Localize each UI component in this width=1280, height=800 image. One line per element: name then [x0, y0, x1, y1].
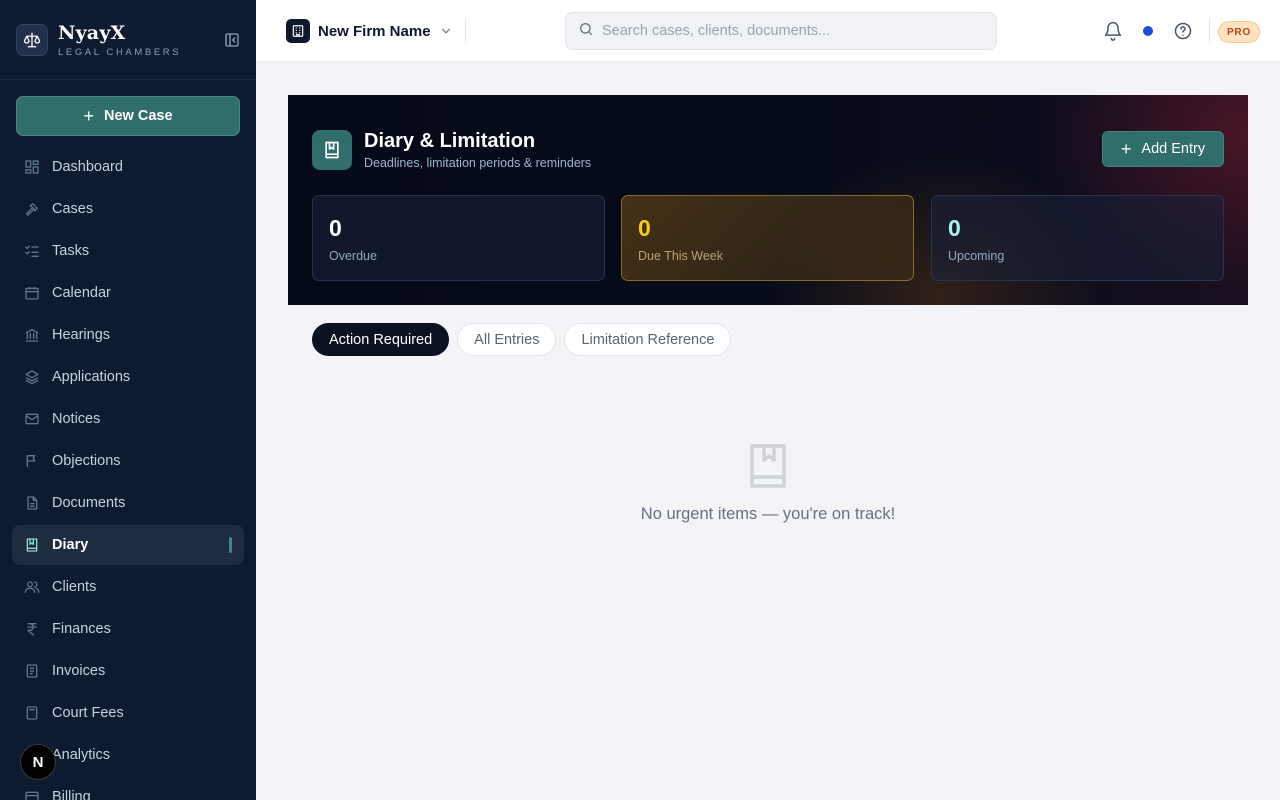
stat-value: 0	[638, 215, 651, 241]
sidebar-item-label: Court Fees	[52, 705, 124, 721]
plus-icon: +	[83, 106, 94, 126]
topbar-divider	[1209, 19, 1210, 43]
chevron-down-icon	[439, 24, 453, 38]
sidebar-item-court-fees[interactable]: Court Fees	[12, 693, 244, 733]
sidebar-item-objections[interactable]: Objections	[12, 441, 244, 481]
checklist-icon	[24, 243, 40, 259]
sidebar-item-clients[interactable]: Clients	[12, 567, 244, 607]
calculator-icon	[24, 705, 40, 721]
stat-label: Overdue	[329, 249, 377, 263]
flag-icon	[24, 453, 40, 469]
tab-action-required[interactable]: Action Required	[312, 323, 450, 356]
card-icon	[24, 789, 40, 800]
scales-icon	[16, 23, 48, 56]
sidebar: NyayX LEGAL CHAMBERS + New Case Dashboar…	[0, 0, 256, 800]
top-bar: New Firm Name PRO	[256, 0, 1280, 62]
stat-label: Upcoming	[948, 249, 1005, 263]
add-entry-button[interactable]: + Add Entry	[1102, 131, 1224, 167]
sidebar-item-label: Hearings	[52, 327, 111, 343]
document-icon	[24, 495, 40, 511]
empty-state-message: No urgent items — you're on track!	[640, 505, 896, 523]
help-icon[interactable]	[1173, 21, 1193, 41]
sidebar-item-billing[interactable]: Billing	[12, 777, 244, 800]
sidebar-item-notices[interactable]: Notices	[12, 399, 244, 439]
sidebar-item-hearings[interactable]: Hearings	[12, 315, 244, 355]
stat-card-upcoming[interactable]: 0 Upcoming	[931, 195, 1224, 281]
tab-limitation-reference[interactable]: Limitation Reference	[564, 323, 732, 356]
search-input[interactable]	[602, 23, 982, 39]
diary-icon	[24, 537, 40, 553]
stat-value: 0	[329, 215, 342, 241]
sidebar-item-cases[interactable]: Cases	[12, 189, 244, 229]
diary-icon	[312, 130, 352, 170]
search-box[interactable]	[565, 12, 997, 50]
brand-subtitle: LEGAL CHAMBERS	[58, 46, 182, 58]
search-icon	[578, 21, 594, 42]
stat-card-overdue[interactable]: 0 Overdue	[312, 195, 605, 281]
sidebar-item-label: Analytics	[52, 747, 111, 763]
sidebar-item-label: Clients	[52, 579, 97, 595]
sidebar-item-label: Dashboard	[52, 159, 123, 175]
sidebar-item-diary[interactable]: Diary	[12, 525, 244, 565]
page-subtitle: Deadlines, limitation periods & reminder…	[364, 156, 592, 170]
book-icon	[744, 442, 792, 490]
framework-badge[interactable]: N	[20, 744, 56, 780]
gavel-icon	[24, 201, 40, 217]
bell-icon[interactable]	[1103, 21, 1123, 41]
sidebar-item-tasks[interactable]: Tasks	[12, 231, 244, 271]
sidebar-item-label: Cases	[52, 201, 94, 217]
sidebar-item-label: Billing	[52, 789, 91, 800]
plan-badge[interactable]: PRO	[1218, 21, 1260, 43]
sidebar-item-invoices[interactable]: Invoices	[12, 651, 244, 691]
sidebar-item-label: Diary	[52, 537, 89, 553]
stat-value: 0	[948, 215, 961, 241]
status-dot[interactable]	[1143, 26, 1153, 36]
firm-name: New Firm Name	[318, 22, 431, 40]
sidebar-item-label: Documents	[52, 495, 126, 511]
stat-label: Due This Week	[638, 249, 723, 263]
sidebar-item-calendar[interactable]: Calendar	[12, 273, 244, 313]
add-entry-label: Add Entry	[1141, 141, 1206, 157]
sidebar-item-label: Notices	[52, 411, 101, 427]
new-case-button[interactable]: + New Case	[16, 96, 240, 136]
sidebar-item-label: Tasks	[52, 243, 90, 259]
sidebar-item-dashboard[interactable]: Dashboard	[12, 147, 244, 187]
building-icon	[286, 19, 310, 43]
sidebar-item-label: Invoices	[52, 663, 106, 679]
dashboard-icon	[24, 159, 40, 175]
tab-all-entries[interactable]: All Entries	[457, 323, 557, 356]
diary-tabs: Action Required All Entries Limitation R…	[312, 323, 732, 356]
sidebar-item-applications[interactable]: Applications	[12, 357, 244, 397]
calendar-icon	[24, 285, 40, 301]
sidebar-item-label: Calendar	[52, 285, 111, 301]
diary-hero: Diary & Limitation Deadlines, limitation…	[288, 95, 1248, 305]
brand-name: NyayX	[58, 21, 126, 44]
sidebar-nav: Dashboard Cases Tasks Calendar Hearings	[12, 147, 244, 800]
layers-icon	[24, 369, 40, 385]
sidebar-item-finances[interactable]: Finances	[12, 609, 244, 649]
users-icon	[24, 579, 40, 595]
sidebar-item-documents[interactable]: Documents	[12, 483, 244, 523]
sidebar-item-label: Applications	[52, 369, 131, 385]
sidebar-collapse-icon[interactable]	[224, 32, 240, 48]
firm-switcher[interactable]: New Firm Name	[286, 19, 453, 43]
plus-icon: +	[1120, 139, 1132, 159]
rupee-icon	[24, 621, 40, 637]
topbar-divider	[465, 19, 466, 43]
new-case-label: New Case	[104, 108, 173, 124]
sidebar-item-label: Finances	[52, 621, 111, 637]
invoice-icon	[24, 663, 40, 679]
stat-card-due-this-week[interactable]: 0 Due This Week	[621, 195, 914, 281]
page-title: Diary & Limitation	[364, 130, 536, 152]
courthouse-icon	[24, 327, 40, 343]
brand-header: NyayX LEGAL CHAMBERS	[0, 0, 256, 80]
brand-text: NyayX LEGAL CHAMBERS	[58, 22, 181, 58]
sidebar-item-label: Objections	[52, 453, 121, 469]
mail-icon	[24, 411, 40, 427]
